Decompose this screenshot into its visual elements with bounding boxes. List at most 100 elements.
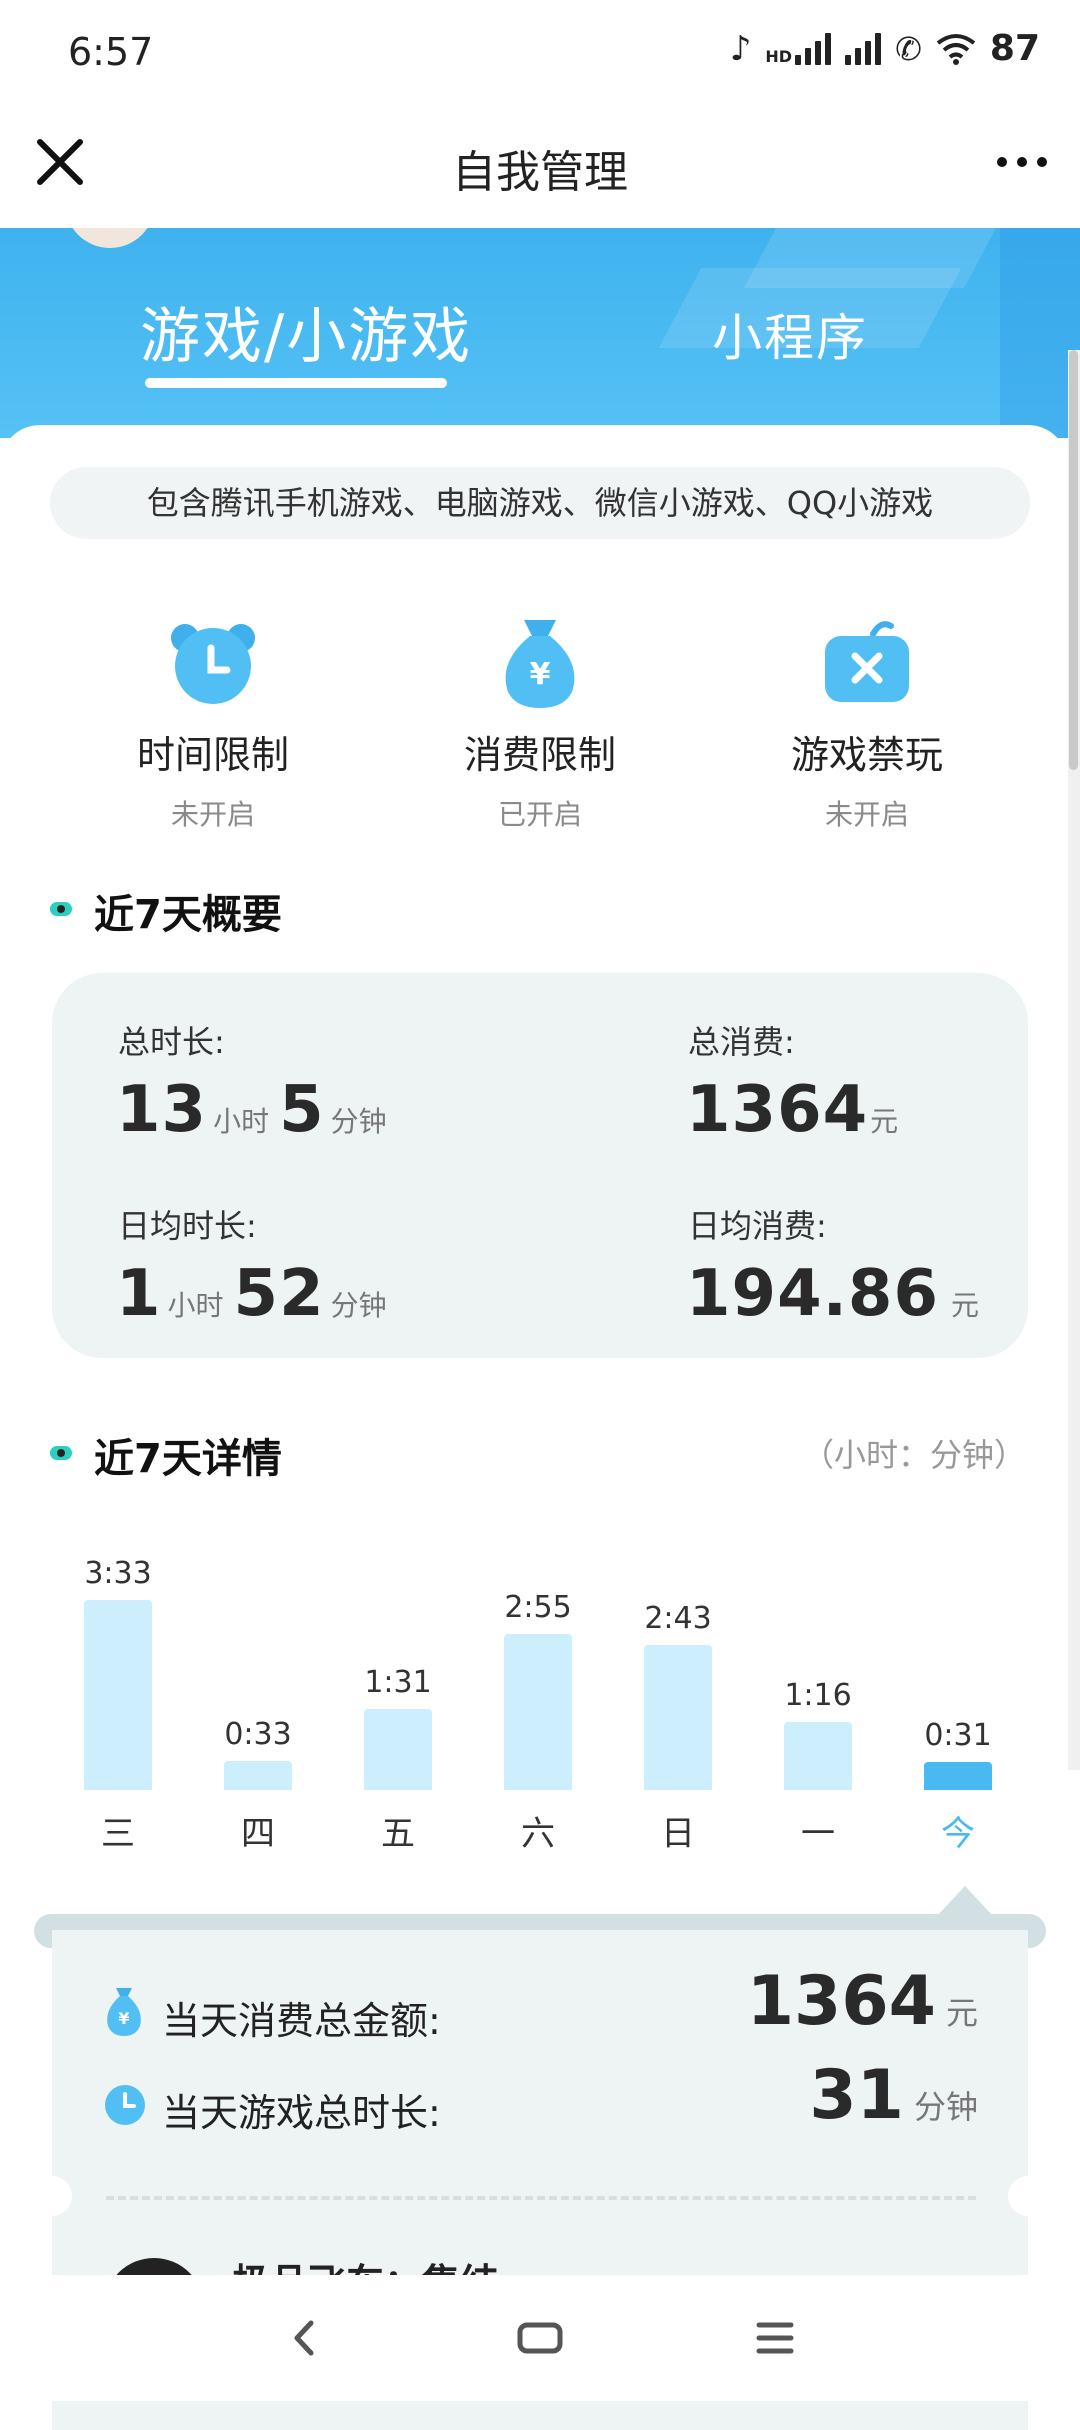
spend-limit-item[interactable]: ¥ 消费限制 已开启: [415, 612, 665, 833]
title-bar: 自我管理: [0, 110, 1080, 228]
back-icon[interactable]: [275, 2315, 335, 2361]
total-spend-label: 总消费:: [688, 1023, 795, 1061]
unit-note: （小时：分钟）: [801, 1436, 1026, 1474]
bar-value-label: 2:55: [504, 1590, 572, 1625]
time-limit-label: 时间限制: [136, 733, 289, 777]
chart-bar[interactable]: [224, 1761, 292, 1790]
dashed-divider: [106, 2196, 976, 2200]
today-spend: 1364: [746, 1962, 936, 2041]
alarm-clock-icon: [171, 624, 255, 704]
unit-minute: 分钟: [330, 1289, 387, 1322]
total-spend-value: 1364元: [686, 1073, 908, 1147]
bar-value-label: 1:31: [364, 1665, 432, 1700]
day-label[interactable]: 日: [618, 1806, 738, 1855]
money-bag-icon: ¥: [505, 620, 575, 708]
battery-level: 87: [989, 28, 1040, 69]
hero-header: 游戏/小游戏 小程序: [0, 228, 1080, 438]
chart-bar[interactable]: [924, 1762, 992, 1790]
today-time-value: 31 分钟: [809, 2056, 978, 2135]
unit-yuan: 元: [950, 1289, 979, 1322]
money-bag-icon: ¥: [107, 1988, 141, 2036]
chart-bar[interactable]: [84, 1600, 152, 1790]
total-time-value: 13 小时 5 分钟: [116, 1073, 397, 1147]
avg-minutes: 52: [233, 1257, 325, 1331]
today-time-label: 当天游戏总时长:: [162, 2091, 441, 2135]
unit-hour: 小时: [167, 1289, 224, 1322]
total-hours: 13: [116, 1073, 208, 1147]
detail-pointer: [935, 1886, 995, 1918]
unit-hour: 小时: [213, 1105, 270, 1138]
section-marker-icon: [50, 1446, 72, 1460]
ticket-notch: [1008, 2176, 1048, 2216]
total-spend: 1364: [686, 1073, 869, 1147]
bar-value-label: 2:43: [644, 1601, 712, 1636]
status-bar: 6:57 ♪ HD ✆ 87: [0, 0, 1080, 110]
today-spend-unit: 元: [945, 1994, 978, 2032]
bar-value-label: 3:33: [84, 1556, 152, 1591]
page-title: 自我管理: [452, 147, 628, 198]
day-label[interactable]: 五: [338, 1806, 458, 1855]
game-ban-status: 未开启: [824, 798, 909, 831]
status-icons: ♪ HD ✆ 87: [730, 28, 1040, 69]
avg-hours: 1: [116, 1257, 162, 1331]
wifi-icon: [936, 33, 976, 65]
avg-spend: 194.86: [686, 1257, 939, 1331]
recent-apps-icon[interactable]: [745, 2315, 805, 2361]
chart-bar[interactable]: [644, 1645, 712, 1790]
phone-icon: ✆: [895, 29, 922, 68]
spend-limit-status: 已开启: [497, 798, 582, 831]
ticket-notch: [32, 2176, 72, 2216]
status-time: 6:57: [68, 30, 154, 74]
bar-value-label: 0:31: [924, 1718, 992, 1753]
today-spend-value: 1364 元: [747, 1962, 978, 2041]
day-label[interactable]: 六: [478, 1806, 598, 1855]
total-minutes: 5: [279, 1073, 325, 1147]
summary-panel: 总时长: 13 小时 5 分钟 总消费: 1364元 日均时长: 1 小时 52 分钟 日均…: [52, 973, 1028, 1358]
game-ban-label: 游戏禁玩: [790, 733, 943, 777]
today-time: 31: [809, 2056, 904, 2135]
chart-bar[interactable]: [504, 1634, 572, 1790]
day-label[interactable]: 四: [198, 1806, 318, 1855]
time-limit-item[interactable]: 时间限制 未开启: [88, 612, 338, 833]
today-spend-label: 当天消费总金额:: [162, 1999, 441, 2043]
day-label[interactable]: 三: [58, 1806, 178, 1855]
avg-spend-label: 日均消费:: [688, 1207, 827, 1245]
summary-title: 近7天概要: [94, 892, 282, 938]
time-limit-status: 未开启: [170, 798, 255, 831]
hd-signal: HD: [765, 32, 832, 66]
clock-icon: [105, 2085, 145, 2125]
day-label[interactable]: 一: [758, 1806, 878, 1855]
signal-1-icon: [795, 32, 832, 65]
chart-bar[interactable]: [364, 1709, 432, 1790]
hd-badge: HD: [765, 46, 793, 66]
more-options-icon[interactable]: [992, 132, 1052, 192]
avg-time-value: 1 小时 52 分钟: [116, 1257, 397, 1331]
day-label[interactable]: 今: [898, 1806, 1018, 1855]
game-ban-icon: [825, 621, 909, 702]
unit-yuan: 元: [870, 1105, 899, 1138]
today-time-unit: 分钟: [913, 2088, 978, 2126]
section-marker-icon: [50, 902, 72, 916]
tab-mini-programs[interactable]: 小程序: [712, 298, 868, 370]
system-nav-bar: [0, 2275, 1080, 2401]
daily-time-chart: 3:33 三 0:33 四 1:31 五 2:55 六 2:43 日 1:16 一 0:31 今: [0, 1500, 1068, 1860]
details-title: 近7天详情: [94, 1436, 282, 1482]
svg-text:¥: ¥: [118, 2009, 129, 2028]
home-icon[interactable]: [510, 2315, 570, 2361]
bar-value-label: 0:33: [224, 1717, 292, 1752]
bluetooth-icon: ♪: [729, 28, 752, 69]
avatar: [65, 228, 155, 248]
tab-games[interactable]: 游戏/小游戏: [140, 288, 472, 375]
spend-limit-label: 消费限制: [463, 733, 616, 777]
bar-value-label: 1:16: [784, 1678, 852, 1713]
avg-time-label: 日均时长:: [118, 1207, 257, 1245]
signal-2-icon: [845, 32, 882, 65]
unit-minute: 分钟: [330, 1105, 387, 1138]
chart-bar[interactable]: [784, 1722, 852, 1790]
active-tab-indicator: [145, 378, 447, 388]
included-games-note: 包含腾讯手机游戏、电脑游戏、微信小游戏、QQ小游戏: [50, 467, 1030, 539]
scrollbar-thumb[interactable]: [1069, 350, 1078, 770]
game-ban-item[interactable]: 游戏禁玩 未开启: [742, 612, 992, 833]
svg-text:¥: ¥: [530, 657, 551, 692]
total-time-label: 总时长:: [118, 1023, 225, 1061]
